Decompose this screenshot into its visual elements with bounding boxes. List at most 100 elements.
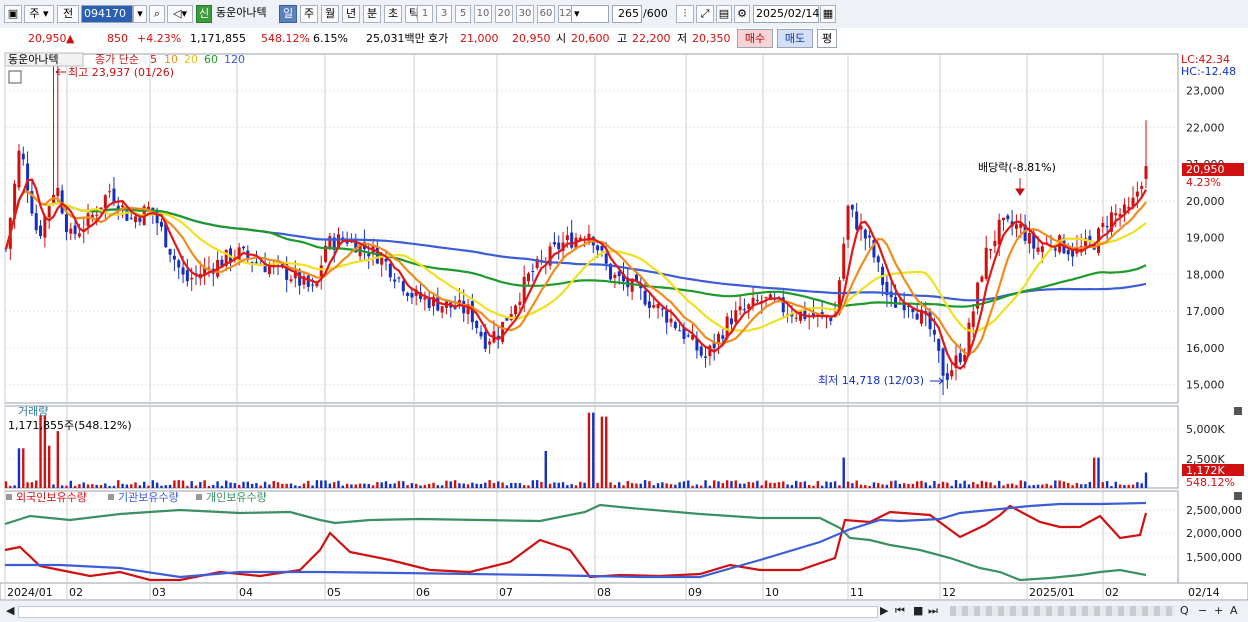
volume-bar — [674, 484, 677, 488]
candle-body — [855, 211, 859, 230]
custom-interval-input[interactable]: ▾ — [571, 5, 609, 23]
candle-body — [596, 245, 600, 251]
candle-body — [64, 214, 68, 233]
save-icon[interactable]: ▤ — [716, 5, 732, 23]
volume-bar — [959, 483, 962, 488]
tools-icon[interactable]: ⤢ — [696, 5, 714, 23]
stock-chart[interactable]: 23,00022,00021,00020,00019,00018,00017,0… — [0, 50, 1248, 600]
period-button-4[interactable]: 분 — [363, 5, 381, 23]
volume-bar — [1110, 486, 1113, 488]
volume-bar — [678, 482, 681, 488]
search-icon[interactable]: ⌕ — [149, 5, 165, 23]
layout-icon[interactable]: ▣ — [4, 5, 22, 23]
interval-button-4[interactable]: 20 — [495, 5, 513, 23]
volume-bar — [613, 484, 617, 488]
volume-bar — [592, 412, 595, 488]
volume-panel-close-icon[interactable] — [1234, 407, 1242, 415]
scroll-right-button[interactable]: ▶ — [880, 604, 888, 617]
volume-bar — [13, 485, 16, 488]
volume-bar — [1045, 483, 1048, 488]
period-button-5[interactable]: 초 — [384, 5, 402, 23]
x-axis-label: 2025/01 — [1029, 586, 1075, 599]
volume-bar — [237, 484, 241, 488]
volume-bar — [130, 484, 133, 488]
volume-bar — [1010, 483, 1014, 488]
text-tool-button[interactable]: A — [1230, 604, 1238, 617]
interval-button-2[interactable]: 5 — [455, 5, 471, 23]
volume-bar — [587, 412, 591, 488]
code-dropdown-button[interactable]: ▾ — [133, 5, 147, 23]
speaker-icon[interactable]: ◁▾ — [167, 5, 193, 23]
candle-body — [613, 274, 617, 278]
open-label: 시 — [556, 32, 567, 45]
buy-button[interactable]: 매수 — [737, 29, 773, 48]
volume-bar — [298, 485, 301, 488]
candle-type-icon[interactable]: ⫶ — [676, 5, 694, 23]
count-input[interactable]: 265 — [612, 5, 642, 23]
volume-bar — [250, 483, 254, 488]
volume-bar — [1092, 457, 1096, 488]
zoom-out-button[interactable]: − — [1198, 604, 1207, 617]
eval-button[interactable]: 평 — [817, 29, 837, 48]
period-button-1[interactable]: 주 — [300, 5, 318, 23]
volume-bar — [665, 483, 668, 488]
scroll-last-button[interactable]: ⏭ — [928, 604, 938, 618]
sell-button[interactable]: 매도 — [777, 29, 813, 48]
candle-body — [980, 276, 984, 282]
volume-bar — [812, 485, 815, 488]
volume-bar — [652, 485, 655, 488]
volume-bar — [695, 484, 699, 488]
chart-scrollbar[interactable]: ◀ ▶ ⏮ ■ ⏭ Q − + A — [0, 600, 1248, 622]
volume-bar — [324, 480, 327, 488]
zoom-in-button[interactable]: + — [1214, 604, 1223, 617]
candle-body — [1114, 213, 1118, 216]
candle-body — [652, 305, 656, 308]
candle-body — [77, 233, 81, 237]
period-button-0[interactable]: 일 — [279, 5, 297, 23]
volume-bar — [199, 482, 202, 488]
gear-icon[interactable]: ⚙ — [734, 5, 750, 23]
candle-body — [514, 305, 518, 315]
volume-bar — [350, 484, 353, 488]
volume-bar — [807, 484, 811, 488]
interval-button-5[interactable]: 30 — [516, 5, 534, 23]
scroll-left-icon[interactable]: ◀ — [6, 604, 14, 617]
calendar-icon[interactable]: ▦ — [820, 5, 836, 23]
interval-button-0[interactable]: 1 — [417, 5, 433, 23]
date-input[interactable]: 2025/02/14 — [753, 5, 819, 23]
candle-body — [604, 253, 608, 264]
prev-button[interactable]: 전 — [57, 5, 79, 23]
candle-body — [39, 225, 43, 236]
volume-bar — [501, 482, 504, 488]
volume-bar — [803, 481, 807, 488]
grid-toggle-icon[interactable] — [8, 70, 22, 84]
volume-bar — [436, 485, 440, 488]
candle-body — [103, 195, 107, 208]
interval-button-3[interactable]: 10 — [474, 5, 492, 23]
price-y-tick: 17,000 — [1186, 305, 1225, 318]
volume-bar — [216, 481, 219, 488]
scroll-first-button[interactable]: ⏮ — [895, 604, 905, 618]
volume-bar — [1140, 483, 1143, 488]
candle-body — [311, 284, 315, 286]
scroll-track[interactable] — [18, 606, 878, 618]
x-axis-label: 02 — [69, 586, 83, 599]
zoom-icon[interactable]: Q — [1180, 604, 1189, 617]
period-button-3[interactable]: 년 — [342, 5, 360, 23]
period-button-2[interactable]: 월 — [321, 5, 339, 23]
stock-code-input[interactable]: 094170 — [81, 5, 133, 23]
interval-button-6[interactable]: 60 — [537, 5, 555, 23]
scroll-stop-button[interactable]: ■ — [913, 604, 923, 617]
volume-bar — [864, 485, 867, 488]
volume-bar — [902, 483, 906, 488]
volume-bar — [725, 480, 729, 488]
volume-bar — [786, 484, 789, 488]
volume-bar — [328, 483, 332, 488]
volume-bar — [505, 485, 509, 488]
drawing-tools-strip[interactable] — [950, 606, 1175, 616]
market-select[interactable]: 주 ▾ — [24, 5, 54, 23]
candle-body — [1027, 232, 1031, 244]
candle-body — [1135, 191, 1139, 197]
holdings-panel-close-icon[interactable] — [1234, 492, 1242, 500]
interval-button-1[interactable]: 3 — [436, 5, 452, 23]
